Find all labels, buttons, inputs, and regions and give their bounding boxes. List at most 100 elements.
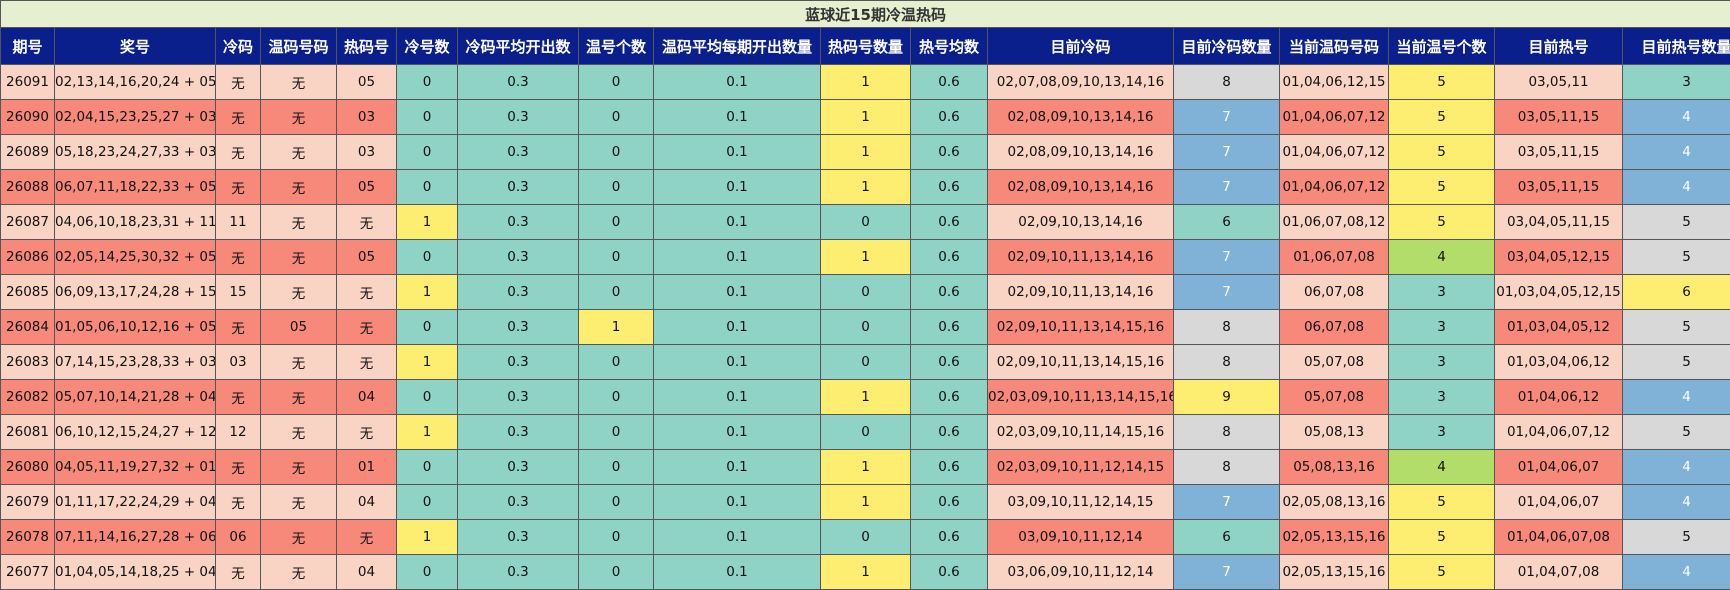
table-cell: 无 xyxy=(261,135,337,170)
table-cell: 26091 xyxy=(1,65,55,100)
table-cell: 1 xyxy=(397,345,458,380)
table-cell: 4 xyxy=(1623,450,1730,485)
table-cell: 05 xyxy=(337,240,397,275)
cold-warm-hot-table: 蓝球近15期冷温热码 期号奖号冷码温码号码热码号冷号数冷码平均开出数温号个数温码… xyxy=(0,0,1730,590)
table-cell: 0 xyxy=(821,205,911,240)
table-cell: 06,07,08 xyxy=(1280,275,1389,310)
table-cell: 03,06,09,10,11,12,14 xyxy=(988,555,1174,590)
table-cell: 26087 xyxy=(1,205,55,240)
table-cell: 无 xyxy=(261,275,337,310)
table-cell: 05,08,13 xyxy=(1280,415,1389,450)
table-cell: 11 xyxy=(216,205,261,240)
table-cell: 5 xyxy=(1389,205,1495,240)
table-cell: 01 xyxy=(337,450,397,485)
table-cell: 8 xyxy=(1174,450,1280,485)
table-cell: 03,05,11,15 xyxy=(1495,100,1623,135)
column-header: 目前冷码 xyxy=(988,28,1174,65)
table-cell: 5 xyxy=(1389,555,1495,590)
table-cell: 01,04,06,07 xyxy=(1495,450,1623,485)
table-cell: 01,03,04,05,12,15 xyxy=(1495,275,1623,310)
table-row: 2609102,13,14,16,20,24 + 05无无0500.300.11… xyxy=(1,65,1730,100)
table-cell: 04,06,10,18,23,31 + 11 xyxy=(55,205,216,240)
table-cell: 01,11,17,22,24,29 + 04 xyxy=(55,485,216,520)
table-cell: 7 xyxy=(1174,275,1280,310)
table-cell: 7 xyxy=(1174,555,1280,590)
table-cell: 26080 xyxy=(1,450,55,485)
table-cell: 0.1 xyxy=(654,345,821,380)
table-cell: 03,05,11,15 xyxy=(1495,135,1623,170)
table-cell: 01,05,06,10,12,16 + 05 xyxy=(55,310,216,345)
table-row: 2608106,10,12,15,24,27 + 1212无无10.300.10… xyxy=(1,415,1730,450)
table-row: 2607701,04,05,14,18,25 + 04无无0400.300.11… xyxy=(1,555,1730,590)
table-cell: 无 xyxy=(261,240,337,275)
table-cell: 0 xyxy=(397,485,458,520)
table-cell: 7 xyxy=(1174,485,1280,520)
table-cell: 03,04,05,12,15 xyxy=(1495,240,1623,275)
table-cell: 0.6 xyxy=(911,450,988,485)
table-cell: 3 xyxy=(1389,415,1495,450)
table-cell: 26084 xyxy=(1,310,55,345)
table-cell: 0 xyxy=(397,170,458,205)
table-cell: 01,04,06,07,12 xyxy=(1495,415,1623,450)
table-cell: 26089 xyxy=(1,135,55,170)
table-cell: 5 xyxy=(1623,310,1730,345)
column-header: 期号 xyxy=(1,28,55,65)
table-cell: 1 xyxy=(821,555,911,590)
table-cell: 0.3 xyxy=(458,520,579,555)
table-cell: 02,05,13,15,16 xyxy=(1280,555,1389,590)
table-cell: 0.1 xyxy=(654,100,821,135)
table-cell: 03,04,05,11,15 xyxy=(1495,205,1623,240)
table-cell: 26082 xyxy=(1,380,55,415)
table-cell: 02,05,08,13,16 xyxy=(1280,485,1389,520)
table-cell: 无 xyxy=(216,485,261,520)
table-cell: 无 xyxy=(216,555,261,590)
table-cell: 0 xyxy=(579,485,654,520)
table-cell: 0.1 xyxy=(654,205,821,240)
table-cell: 4 xyxy=(1623,485,1730,520)
table-cell: 0 xyxy=(397,555,458,590)
table-cell: 02,09,10,13,14,16 xyxy=(988,205,1174,240)
table-cell: 01,04,06,12 xyxy=(1495,380,1623,415)
table-cell: 26077 xyxy=(1,555,55,590)
table-cell: 5 xyxy=(1623,345,1730,380)
table-cell: 05,18,23,24,27,33 + 03 xyxy=(55,135,216,170)
column-header: 当前温号个数 xyxy=(1389,28,1495,65)
table-cell: 8 xyxy=(1174,415,1280,450)
table-cell: 07,11,14,16,27,28 + 06 xyxy=(55,520,216,555)
table-cell: 0.1 xyxy=(654,380,821,415)
table-cell: 0.6 xyxy=(911,520,988,555)
table-title: 蓝球近15期冷温热码 xyxy=(1,1,1730,28)
table-cell: 无 xyxy=(216,380,261,415)
column-header: 冷码 xyxy=(216,28,261,65)
table-cell: 0.6 xyxy=(911,170,988,205)
table-cell: 4 xyxy=(1623,170,1730,205)
table-cell: 4 xyxy=(1389,240,1495,275)
table-cell: 0 xyxy=(397,240,458,275)
table-cell: 26088 xyxy=(1,170,55,205)
table-cell: 02,08,09,10,13,14,16 xyxy=(988,170,1174,205)
table-cell: 1 xyxy=(821,65,911,100)
table-cell: 04,05,11,19,27,32 + 01 xyxy=(55,450,216,485)
table-cell: 0 xyxy=(821,275,911,310)
table-cell: 0 xyxy=(579,450,654,485)
table-cell: 03,05,11,15 xyxy=(1495,170,1623,205)
table-cell: 5 xyxy=(1623,240,1730,275)
table-cell: 06 xyxy=(216,520,261,555)
table-cell: 8 xyxy=(1174,345,1280,380)
table-cell: 0 xyxy=(397,310,458,345)
table-cell: 0.3 xyxy=(458,65,579,100)
table-cell: 4 xyxy=(1623,380,1730,415)
table-cell: 5 xyxy=(1623,520,1730,555)
table-cell: 0 xyxy=(579,520,654,555)
table-cell: 01,04,06,07 xyxy=(1495,485,1623,520)
table-cell: 1 xyxy=(397,520,458,555)
table-cell: 3 xyxy=(1389,345,1495,380)
table-cell: 3 xyxy=(1389,275,1495,310)
table-cell: 26083 xyxy=(1,345,55,380)
table-cell: 0.1 xyxy=(654,555,821,590)
table-cell: 0.1 xyxy=(654,135,821,170)
table-cell: 15 xyxy=(216,275,261,310)
column-header: 冷码平均开出数 xyxy=(458,28,579,65)
table-cell: 6 xyxy=(1174,520,1280,555)
table-cell: 无 xyxy=(216,135,261,170)
